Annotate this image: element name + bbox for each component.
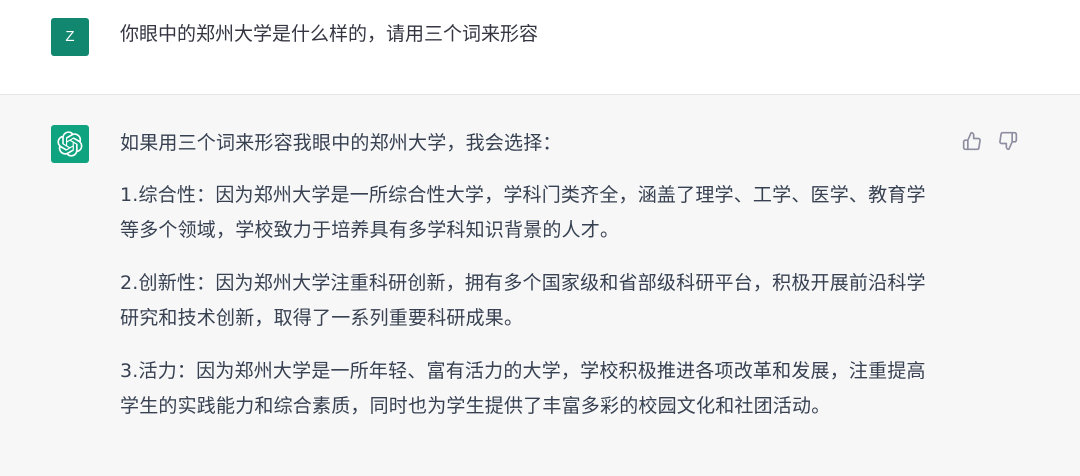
openai-logo-icon <box>51 125 89 163</box>
assistant-message: 如果用三个词来形容我眼中的郑州大学，我会选择： 1.综合性：因为郑州大学是一所综… <box>0 95 1080 476</box>
user-message-text: 你眼中的郑州大学是什么样的，请用三个词来形容 <box>120 23 539 45</box>
user-message: Z 你眼中的郑州大学是什么样的，请用三个词来形容 <box>0 0 1080 95</box>
thumbs-down-icon[interactable] <box>998 131 1018 151</box>
user-avatar: Z <box>51 18 89 56</box>
answer-point-1: 1.综合性：因为郑州大学是一所综合性大学，学科门类齐全，涵盖了理学、工学、医学、… <box>120 184 926 241</box>
answer-point-2: 2.创新性：因为郑州大学注重科研创新，拥有多个国家级和省部级科研平台，积极开展前… <box>120 272 926 329</box>
assistant-answer: 如果用三个词来形容我眼中的郑州大学，我会选择： 1.综合性：因为郑州大学是一所综… <box>120 128 940 442</box>
thumbs-up-icon[interactable] <box>962 131 982 151</box>
answer-intro: 如果用三个词来形容我眼中的郑州大学，我会选择： <box>120 132 562 154</box>
answer-point-3: 3.活力：因为郑州大学是一所年轻、富有活力的大学，学校积极推进各项改革和发展，注… <box>120 360 926 417</box>
